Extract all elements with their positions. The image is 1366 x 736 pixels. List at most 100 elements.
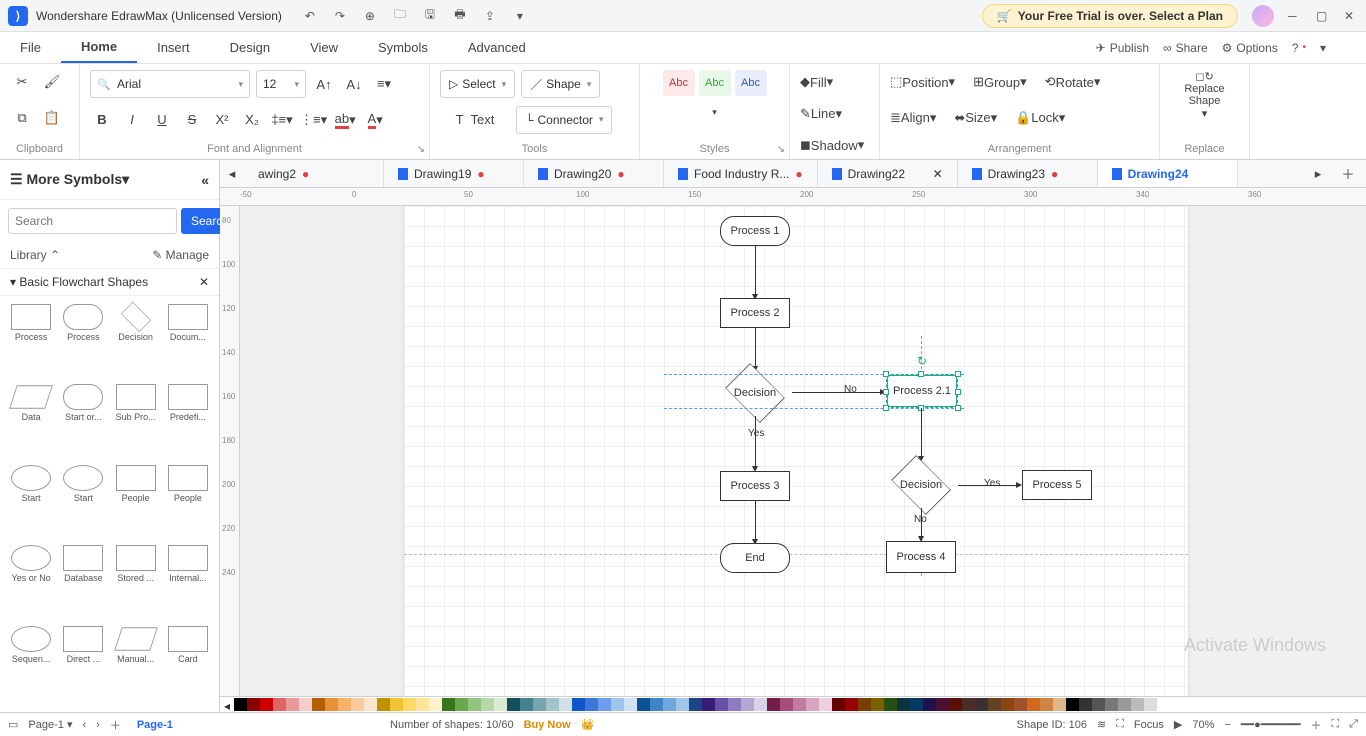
cut-button[interactable]: ✂ xyxy=(10,70,34,94)
shape-database[interactable]: Database xyxy=(58,545,108,623)
color-swatch[interactable] xyxy=(403,698,416,711)
line-button[interactable]: ✎ Line▾ xyxy=(800,102,842,126)
shape-yes or no[interactable]: Yes or No xyxy=(6,545,56,623)
shape-sequen...[interactable]: Sequen... xyxy=(6,626,56,704)
font-color-button[interactable]: A▾ xyxy=(363,108,387,132)
export-button[interactable]: ⇪ xyxy=(482,8,498,24)
align-button[interactable]: ≣ Align▾ xyxy=(890,106,936,130)
shape-sub pro...[interactable]: Sub Pro... xyxy=(111,384,161,462)
color-swatch[interactable] xyxy=(559,698,572,711)
color-swatch[interactable] xyxy=(1001,698,1014,711)
strike-button[interactable]: S xyxy=(180,108,204,132)
color-swatch[interactable] xyxy=(1105,698,1118,711)
node-process4[interactable]: Process 4 xyxy=(886,541,956,573)
shape-start[interactable]: Start xyxy=(58,465,108,543)
zoom-slider[interactable]: ━━●━━━━━━ xyxy=(1241,718,1301,731)
color-swatch[interactable] xyxy=(494,698,507,711)
color-swatch[interactable] xyxy=(936,698,949,711)
color-swatch[interactable] xyxy=(1053,698,1066,711)
shape-start[interactable]: Start xyxy=(6,465,56,543)
copy-button[interactable]: ⧉ xyxy=(10,106,34,130)
color-swatch[interactable] xyxy=(819,698,832,711)
shape-process[interactable]: Process xyxy=(6,304,56,382)
manage-link[interactable]: ✎ Manage xyxy=(152,248,209,262)
bold-button[interactable]: B xyxy=(90,108,114,132)
add-page[interactable]: ＋ xyxy=(110,717,121,733)
redo-button[interactable]: ↷ xyxy=(332,8,348,24)
color-swatch[interactable] xyxy=(325,698,338,711)
connector-tool[interactable]: └ Connector xyxy=(516,106,612,134)
tab-design[interactable]: Design xyxy=(210,32,290,63)
color-swatch[interactable] xyxy=(702,698,715,711)
color-swatch[interactable] xyxy=(1092,698,1105,711)
color-swatch[interactable] xyxy=(884,698,897,711)
doc-tab-1[interactable]: Drawing19● xyxy=(384,160,524,187)
ruler-vertical[interactable]: 80100120140160180200220240 xyxy=(220,206,240,696)
style-preset-2[interactable]: Abc xyxy=(699,70,731,96)
node-process2[interactable]: Process 2 xyxy=(720,298,790,328)
maximize-button[interactable]: ▢ xyxy=(1316,9,1330,23)
shape-process[interactable]: Process xyxy=(58,304,108,382)
rotate-button[interactable]: ⟲ Rotate▾ xyxy=(1045,70,1101,94)
color-swatch[interactable] xyxy=(520,698,533,711)
select-tool[interactable]: ▷ Select xyxy=(440,70,515,98)
underline-button[interactable]: U xyxy=(150,108,174,132)
color-swatch[interactable] xyxy=(598,698,611,711)
color-swatch[interactable] xyxy=(962,698,975,711)
decrease-font[interactable]: A↓ xyxy=(342,72,366,96)
color-swatch[interactable] xyxy=(767,698,780,711)
color-swatch[interactable] xyxy=(923,698,936,711)
tab-file[interactable]: File xyxy=(0,32,61,63)
style-preset-3[interactable]: Abc xyxy=(735,70,767,96)
shape-tool[interactable]: ／ Shape xyxy=(521,70,600,98)
color-swatch[interactable] xyxy=(689,698,702,711)
shape-data[interactable]: Data xyxy=(6,384,56,462)
category-toggle[interactable]: ▾ Basic Flowchart Shapes xyxy=(10,275,148,289)
increase-font[interactable]: A↑ xyxy=(312,72,336,96)
node-process5[interactable]: Process 5 xyxy=(1022,470,1092,500)
save-button[interactable]: 🖫 xyxy=(422,8,438,24)
shape-stored ...[interactable]: Stored ... xyxy=(111,545,161,623)
superscript-button[interactable]: X² xyxy=(210,108,234,132)
fill-button[interactable]: ◆ Fill▾ xyxy=(800,70,833,94)
font-size-select[interactable]: 12▾ xyxy=(256,70,306,98)
tab-view[interactable]: View xyxy=(290,32,358,63)
color-swatch[interactable] xyxy=(455,698,468,711)
tab-home[interactable]: Home xyxy=(61,32,137,63)
color-swatch[interactable] xyxy=(1157,698,1170,711)
options-button[interactable]: ⚙ Options xyxy=(1222,41,1278,55)
color-swatch[interactable] xyxy=(1066,698,1079,711)
color-swatch[interactable] xyxy=(1079,698,1092,711)
node-process21[interactable]: Process 2.1 xyxy=(887,375,957,407)
shape-manual...[interactable]: Manual... xyxy=(111,626,161,704)
page[interactable]: Process 1 Process 2 Decision Yes No Proc… xyxy=(404,206,1188,696)
color-swatch[interactable] xyxy=(481,698,494,711)
collapse-ribbon[interactable]: ▾ xyxy=(1320,41,1326,55)
fit-page[interactable]: ⛶ xyxy=(1331,718,1339,731)
color-swatch[interactable] xyxy=(546,698,559,711)
color-swatch[interactable] xyxy=(429,698,442,711)
color-swatch[interactable] xyxy=(832,698,845,711)
color-swatch[interactable] xyxy=(299,698,312,711)
color-swatch[interactable] xyxy=(1014,698,1027,711)
color-swatch[interactable] xyxy=(312,698,325,711)
new-tab-button[interactable]: ＋ xyxy=(1336,162,1360,186)
color-swatch[interactable] xyxy=(650,698,663,711)
page-tab[interactable]: Page-1 xyxy=(131,719,179,731)
presentation-icon[interactable]: ▶ xyxy=(1174,718,1182,731)
tabs-scroll-right[interactable]: ▸ xyxy=(1306,162,1330,186)
shape-card[interactable]: Card xyxy=(163,626,213,704)
color-swatch[interactable] xyxy=(416,698,429,711)
buy-now-link[interactable]: Buy Now xyxy=(524,719,571,731)
color-swatch[interactable] xyxy=(975,698,988,711)
color-swatch[interactable] xyxy=(871,698,884,711)
color-swatch[interactable] xyxy=(663,698,676,711)
avatar[interactable] xyxy=(1252,5,1274,27)
color-swatch[interactable] xyxy=(910,698,923,711)
color-swatch[interactable] xyxy=(507,698,520,711)
sidebar-title[interactable]: ☰ More Symbols▾ xyxy=(10,171,129,188)
doc-tab-3[interactable]: Food Industry R...● xyxy=(664,160,818,187)
color-swatch[interactable] xyxy=(637,698,650,711)
paste-button[interactable]: 📋 xyxy=(40,106,64,130)
color-swatch[interactable] xyxy=(468,698,481,711)
